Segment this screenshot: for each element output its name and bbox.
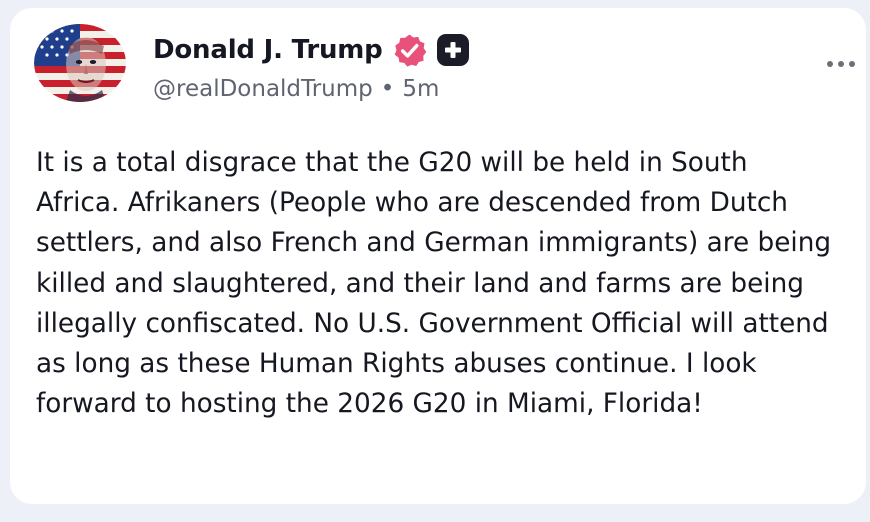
plus-badge-icon	[436, 33, 470, 67]
post-card: Donald J. Trump @realDonaldTrump • 5m It i…	[10, 8, 866, 504]
author-meta: @realDonaldTrump • 5m	[153, 76, 439, 102]
author-name-row: Donald J. Trump	[153, 29, 470, 71]
post-timestamp[interactable]: 5m	[402, 76, 439, 102]
post-text: It is a total disgrace that the G20 will…	[36, 148, 832, 420]
avatar[interactable]	[34, 24, 126, 102]
author-handle[interactable]: @realDonaldTrump	[153, 76, 373, 102]
verified-badge-icon	[392, 33, 427, 68]
avatar-flag-portrait-icon	[34, 24, 126, 102]
author-display-name[interactable]: Donald J. Trump	[153, 35, 383, 65]
meta-separator: •	[380, 76, 395, 102]
more-options-icon[interactable]	[822, 52, 860, 76]
